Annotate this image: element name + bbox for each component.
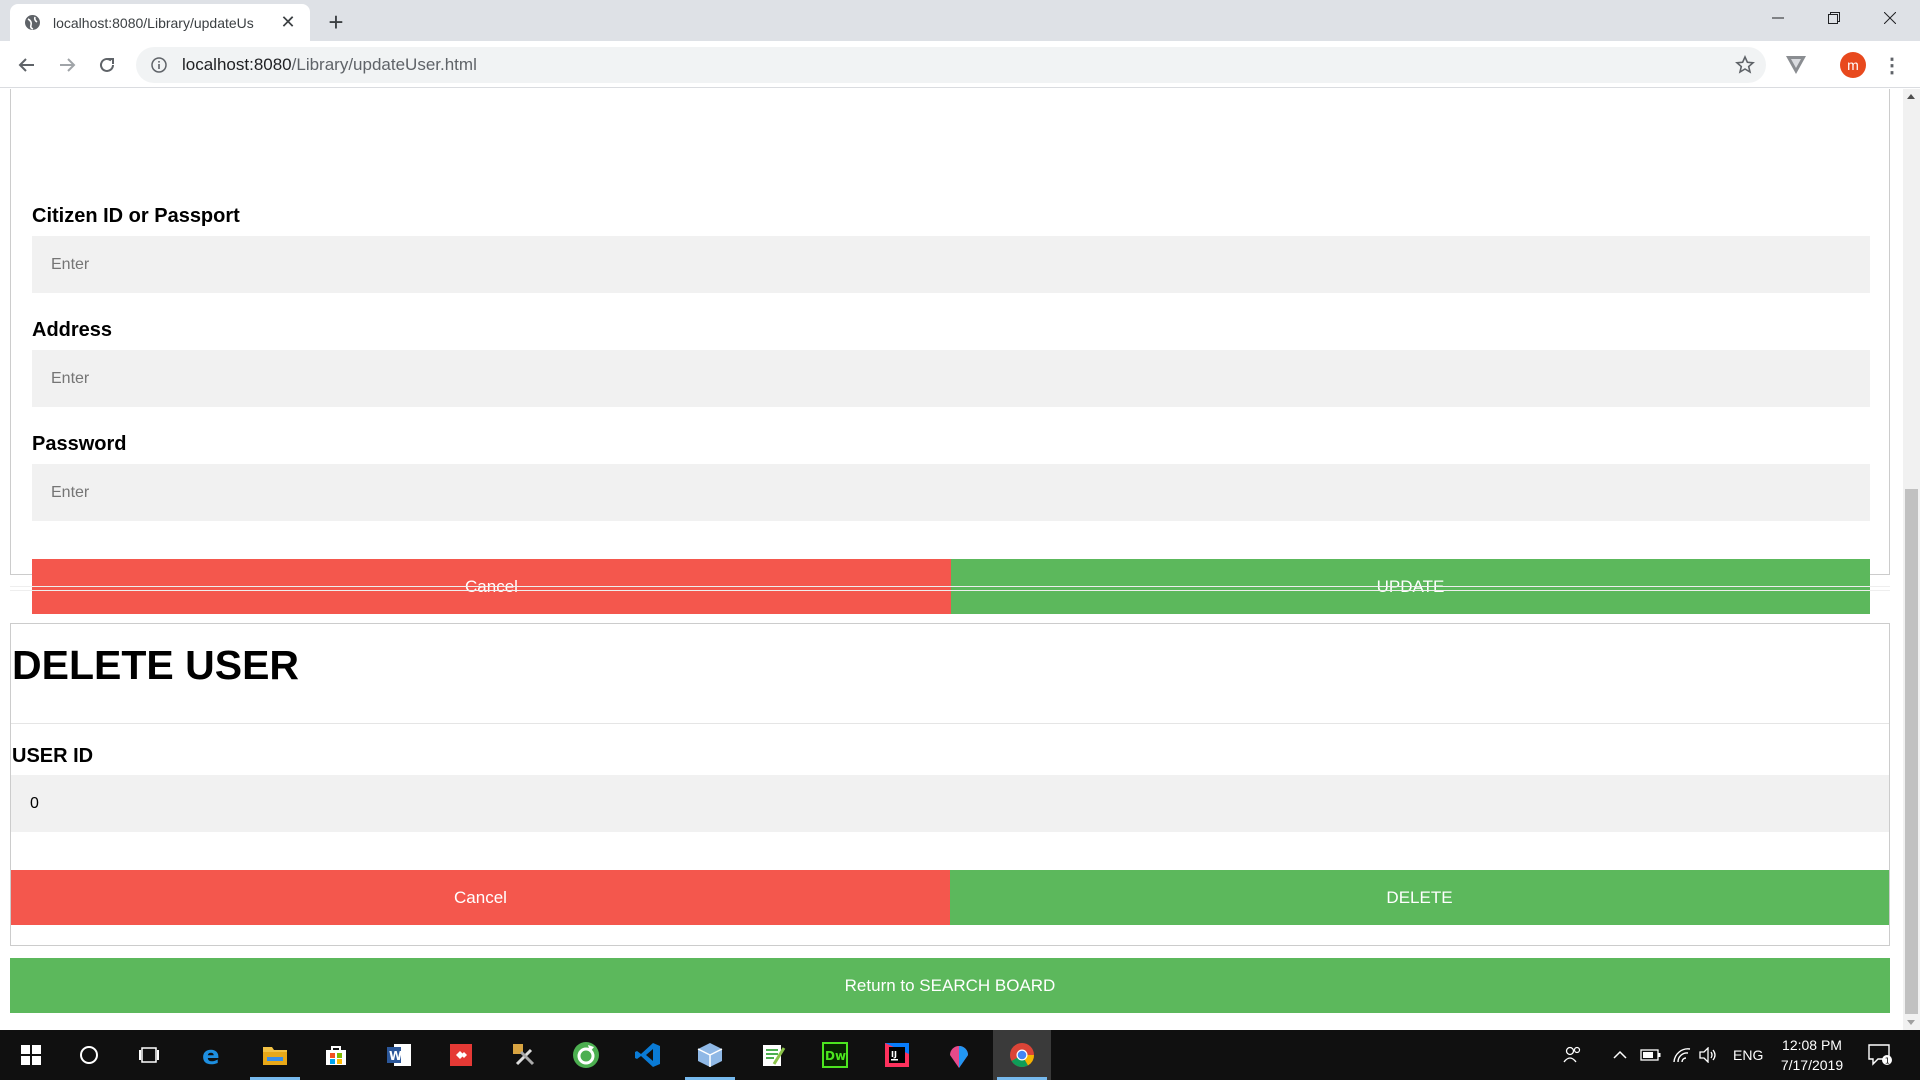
delete-button[interactable]: DELETE xyxy=(950,870,1889,925)
user-id-input[interactable] xyxy=(11,775,1889,832)
greenshot-icon[interactable] xyxy=(557,1030,615,1080)
citizen-id-input[interactable] xyxy=(32,236,1870,293)
page-viewport: Citizen ID or Passport Address Password … xyxy=(0,89,1903,1030)
battery-icon[interactable] xyxy=(1640,1030,1662,1080)
url-host: localhost:8080 xyxy=(182,55,292,74)
anydesk-icon[interactable] xyxy=(432,1030,490,1080)
scroll-down-icon[interactable] xyxy=(1907,1020,1915,1025)
password-input[interactable] xyxy=(32,464,1870,521)
restore-icon[interactable] xyxy=(1806,0,1862,36)
address-bar[interactable]: localhost:8080/Library/updateUser.html xyxy=(136,47,1766,83)
vpn-extension-icon[interactable] xyxy=(1784,53,1808,77)
user-id-label: USER ID xyxy=(12,745,94,767)
windows-taskbar: e W Dw IJ ENG 12:08 PM 7/17/2019 1 xyxy=(0,1030,1920,1080)
return-to-search-board-button[interactable]: Return to SEARCH BOARD xyxy=(10,958,1890,1013)
show-hidden-icons-chevron-icon[interactable] xyxy=(1612,1030,1628,1080)
task-view-icon[interactable] xyxy=(120,1030,178,1080)
section-divider xyxy=(10,586,1890,591)
heading-divider xyxy=(11,723,1889,724)
vscode-icon[interactable] xyxy=(619,1030,677,1080)
reload-icon[interactable] xyxy=(91,49,123,81)
action-center-icon[interactable]: 1 xyxy=(1868,1030,1892,1080)
browser-tab[interactable]: localhost:8080/Library/updateUs ✕ xyxy=(10,4,310,41)
intellij-icon[interactable]: IJ xyxy=(868,1030,926,1080)
profile-avatar[interactable]: m xyxy=(1840,52,1866,78)
delete-cancel-button[interactable]: Cancel xyxy=(11,870,950,925)
scroll-up-icon[interactable] xyxy=(1907,94,1915,99)
window-close-icon[interactable] xyxy=(1862,0,1918,36)
people-icon[interactable] xyxy=(1563,1030,1583,1080)
minimize-icon[interactable] xyxy=(1750,0,1806,36)
language-indicator[interactable]: ENG xyxy=(1733,1030,1763,1080)
wifi-icon[interactable] xyxy=(1672,1030,1692,1080)
virtualbox-icon[interactable] xyxy=(681,1030,739,1080)
svg-text:W: W xyxy=(389,1049,402,1063)
browser-tabstrip: localhost:8080/Library/updateUs ✕ + xyxy=(0,0,1920,41)
browser-menu-icon[interactable]: ⋮ xyxy=(1880,53,1904,77)
maps-pin-icon[interactable] xyxy=(930,1030,988,1080)
volume-icon[interactable] xyxy=(1698,1030,1718,1080)
site-info-icon[interactable] xyxy=(150,56,168,74)
build-tools-icon[interactable] xyxy=(495,1030,553,1080)
password-label: Password xyxy=(32,433,127,455)
globe-icon xyxy=(24,14,41,31)
dreamweaver-icon[interactable]: Dw xyxy=(806,1030,864,1080)
edge-icon[interactable]: e xyxy=(183,1030,241,1080)
bookmark-star-icon[interactable] xyxy=(1734,54,1756,76)
citizen-id-label: Citizen ID or Passport xyxy=(32,205,240,227)
notepad-icon[interactable] xyxy=(744,1030,802,1080)
svg-text:Dw: Dw xyxy=(825,1049,846,1063)
windows-start-icon[interactable] xyxy=(2,1030,60,1080)
address-label: Address xyxy=(32,319,113,341)
page-scrollbar[interactable] xyxy=(1903,89,1920,1030)
url-path: /Library/updateUser.html xyxy=(291,55,477,74)
browser-toolbar: localhost:8080/Library/updateUser.html m… xyxy=(0,41,1920,88)
word-icon[interactable]: W xyxy=(370,1030,428,1080)
back-icon[interactable] xyxy=(11,49,43,81)
tab-title: localhost:8080/Library/updateUs xyxy=(53,14,254,31)
store-icon[interactable] xyxy=(307,1030,365,1080)
svg-text:IJ: IJ xyxy=(891,1050,897,1059)
scrollbar-thumb[interactable] xyxy=(1905,489,1918,1014)
file-explorer-icon[interactable] xyxy=(246,1030,304,1080)
address-input[interactable] xyxy=(32,350,1870,407)
url-text: localhost:8080/Library/updateUser.html xyxy=(182,55,477,75)
delete-user-form: DELETE USER USER ID Cancel DELETE xyxy=(10,623,1890,946)
search-icon[interactable] xyxy=(60,1030,118,1080)
notification-count: 1 xyxy=(1885,1057,1890,1066)
clock-time: 12:08 PM xyxy=(1782,1037,1842,1053)
close-tab-icon[interactable]: ✕ xyxy=(278,12,298,33)
update-user-form: Citizen ID or Passport Address Password … xyxy=(10,89,1890,614)
clock[interactable]: 12:08 PM 7/17/2019 xyxy=(1762,1035,1862,1075)
chrome-icon[interactable] xyxy=(993,1030,1051,1080)
clock-date: 7/17/2019 xyxy=(1780,1057,1844,1073)
delete-user-heading: DELETE USER xyxy=(12,642,300,688)
new-tab-icon[interactable]: + xyxy=(322,8,350,36)
svg-text:e: e xyxy=(202,1042,220,1068)
forward-icon[interactable] xyxy=(51,49,83,81)
